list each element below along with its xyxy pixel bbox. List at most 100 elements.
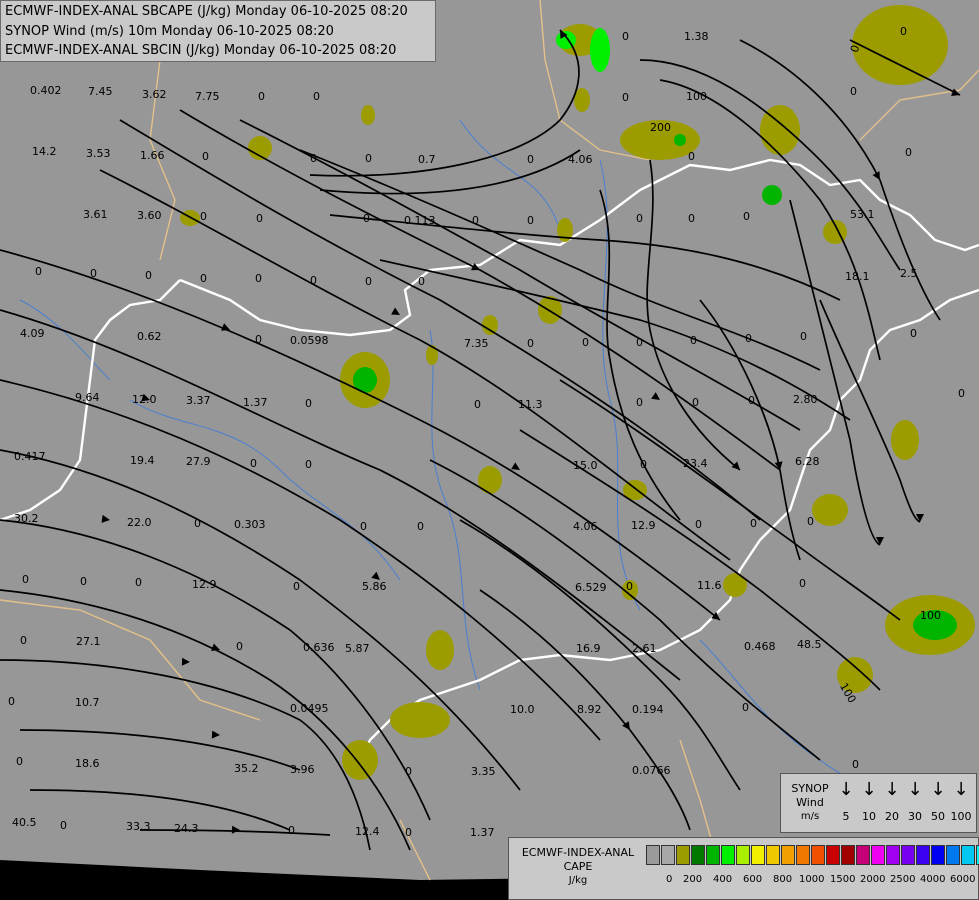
cape-color-swatch: [676, 845, 690, 865]
map-value: 9.64: [75, 391, 100, 404]
map-value: 0.0598: [290, 334, 329, 347]
wind-legend-value: 100: [950, 810, 972, 823]
map-value: 2.61: [632, 642, 657, 655]
map-title-panel: ECMWF-INDEX-ANAL SBCAPE (J/kg) Monday 06…: [0, 0, 436, 62]
cape-scale-label: 200: [683, 874, 703, 885]
wind-legend-value: 10: [862, 810, 876, 823]
map-value: 0: [622, 91, 629, 104]
wind-legend-item: ↓ 5: [835, 780, 857, 824]
map-value: 3.53: [86, 147, 111, 160]
map-value: 0: [305, 458, 312, 471]
map-value: 0: [365, 275, 372, 288]
map-value: 1.37: [243, 396, 268, 409]
map-value: 3.35: [471, 765, 496, 778]
map-value: 0: [293, 580, 300, 593]
map-value: 0: [636, 212, 643, 225]
map-value: 7.45: [88, 85, 113, 98]
map-value: 0: [745, 332, 752, 345]
map-value: 0: [310, 274, 317, 287]
map-value: 27.9: [186, 455, 211, 468]
map-value: 0: [35, 265, 42, 278]
map-value: 48.5: [797, 638, 822, 651]
map-value: 23.4: [683, 457, 708, 470]
map-value: 0: [16, 755, 23, 768]
map-value: 0: [202, 150, 209, 163]
map-value: 0: [958, 387, 965, 400]
map-value: 0.417: [14, 450, 46, 463]
map-value: 4.09: [20, 327, 45, 340]
map-value: 19.4: [130, 454, 155, 467]
map-value: 0.62: [137, 330, 162, 343]
map-value: 18.6: [75, 757, 100, 770]
cape-color-swatch: [901, 845, 915, 865]
map-value: 0.113: [404, 214, 436, 227]
map-value: 3.62: [142, 88, 167, 101]
map-value: 0: [582, 336, 589, 349]
map-value: 12.9: [631, 519, 656, 532]
wind-legend-item: ↓ 30: [904, 780, 926, 824]
map-value: 0: [200, 210, 207, 223]
map-value: 22.0: [127, 516, 152, 529]
map-value: 27.1: [76, 635, 101, 648]
map-value: 0: [900, 25, 907, 38]
map-value: 53.1: [850, 208, 875, 221]
cape-color-swatch: [766, 845, 780, 865]
cape-scale-label: 600: [743, 874, 763, 885]
map-value: 16.9: [576, 642, 601, 655]
map-value: 11.6: [697, 579, 722, 592]
map-value: 15.0: [573, 459, 598, 472]
map-value: 0: [852, 758, 859, 771]
cape-legend-unit: J/kg: [568, 875, 588, 886]
map-value: 33.3: [126, 820, 151, 833]
map-value: 0: [695, 518, 702, 531]
map-value: 100: [920, 609, 941, 622]
map-value: 0: [360, 520, 367, 533]
cape-scale-label: 4000: [920, 874, 946, 885]
map-value: 1.37: [470, 826, 495, 839]
map-value: 3.61: [83, 208, 108, 221]
map-value: 0.194: [632, 703, 664, 716]
map-value: 0: [742, 701, 749, 714]
wind-legend-value: 50: [931, 810, 945, 823]
cape-color-scale: [646, 845, 979, 865]
map-value: 0: [8, 695, 15, 708]
cape-color-swatch: [721, 845, 735, 865]
cape-color-swatch: [871, 845, 885, 865]
map-value: 0: [90, 267, 97, 280]
map-value: 40.5: [12, 816, 37, 829]
cape-scale-label: 1500: [830, 874, 856, 885]
map-value: 0: [640, 458, 647, 471]
wind-legend-value: 30: [908, 810, 922, 823]
wind-legend: SYNOP Wind m/s ↓ 5 ↓ 10 ↓ 20 ↓ 30 ↓ 50 ↓ 100: [780, 773, 977, 833]
map-value: 1.66: [140, 149, 165, 162]
cape-color-swatch: [946, 845, 960, 865]
cape-legend-title-line: CAPE: [563, 860, 593, 873]
map-value: 0: [472, 214, 479, 227]
map-value: 0: [626, 580, 633, 593]
map-value: 0: [688, 212, 695, 225]
map-value: 3.37: [186, 394, 211, 407]
cape-color-swatch: [751, 845, 765, 865]
map-value: 14.2: [32, 145, 57, 158]
map-value: 5.86: [362, 580, 387, 593]
map-value: 0: [527, 337, 534, 350]
cape-color-swatch: [736, 845, 750, 865]
map-value: 0: [250, 457, 257, 470]
weather-map: 0.402 7.45 3.62 7.75 0 0 14.2 3.53 1.66 …: [0, 0, 979, 900]
map-value: 100: [686, 90, 707, 103]
map-value: 10.0: [510, 703, 535, 716]
wind-legend-value: 5: [842, 810, 850, 823]
map-value: 0.7: [418, 153, 436, 166]
map-value: 0: [22, 573, 29, 586]
map-value: 6.28: [795, 455, 820, 468]
map-value: 0: [910, 327, 917, 340]
cape-scale-label: 400: [713, 874, 733, 885]
map-value: 18.1: [845, 270, 870, 283]
wind-legend-item: ↓ 100: [950, 780, 972, 824]
down-arrow-icon: ↓: [884, 779, 900, 800]
cape-color-swatch: [826, 845, 840, 865]
cape-color-swatch: [841, 845, 855, 865]
cape-scale-label: 0: [666, 874, 673, 885]
cape-scale-labels: 0 200 400 600 800 1000 1500 2000 2500 40…: [646, 874, 976, 888]
cape-color-swatch: [811, 845, 825, 865]
